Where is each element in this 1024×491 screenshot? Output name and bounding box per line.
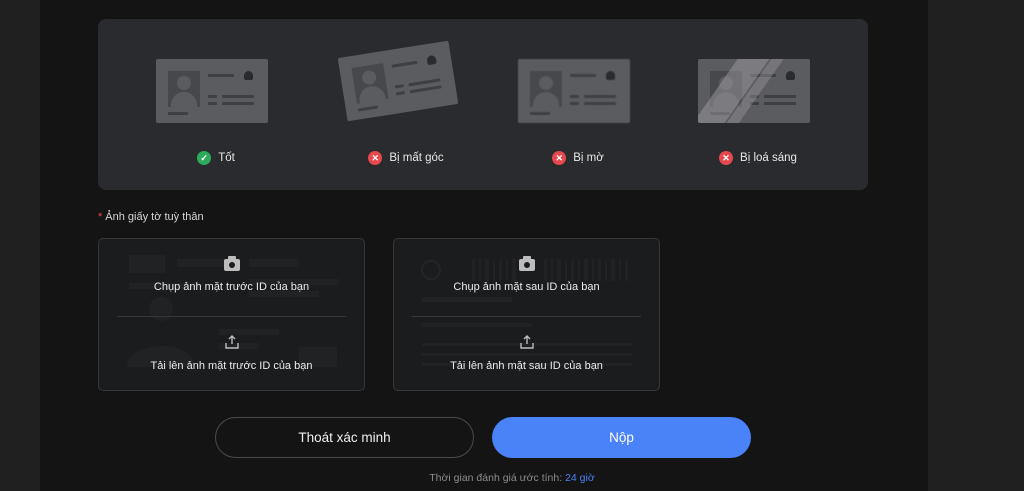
upload-back-button[interactable]: Tải lên ảnh mặt sau ID của bạn [394,334,659,372]
front-id-upload-box: Chụp ảnh mặt trước ID của bạn Tải lên ản… [98,238,365,391]
back-id-upload-box: Chụp ảnh mặt sau ID của bạn Tải lên ảnh … [393,238,660,391]
example-blurry: ✕ Bị mờ [498,19,658,190]
camera-icon [518,256,535,271]
capture-back-button[interactable]: Chụp ảnh mặt sau ID của bạn [394,256,659,293]
camera-icon [223,256,240,271]
upload-icon [519,335,534,349]
estimated-review-time-value: 24 giờ [565,472,595,484]
estimated-review-time: Thời gian đánh giá ước tính: 24 giờ [429,472,595,484]
example-missing-corner: ✕ Bị mất góc [326,19,486,190]
required-marker: * [98,211,103,223]
check-icon: ✓ [197,151,212,165]
example-good-caption: ✓ Tốt [136,151,296,165]
capture-front-button[interactable]: Chụp ảnh mặt trước ID của bạn [99,256,364,293]
right-margin [928,0,1024,491]
photo-guidelines-panel: ✓ Tốt ✕ Bị mất góc ✕ Bị mờ ✕ Bị loá sáng [98,19,868,190]
id-card-good-illustration [156,59,268,123]
id-photo-label: * Ảnh giấy tờ tuỳ thân [98,211,204,223]
example-missing-corner-caption: ✕ Bị mất góc [326,151,486,165]
x-icon: ✕ [368,151,383,165]
exit-verification-button[interactable]: Thoát xác minh [215,417,474,458]
example-good: ✓ Tốt [136,19,296,190]
divider [117,316,346,317]
id-card-tilted-illustration [337,40,459,122]
upload-icon [224,335,239,349]
submit-button[interactable]: Nộp [492,417,751,458]
id-card-glare-illustration [698,59,810,123]
id-card-blurry-illustration [518,59,630,123]
example-blurry-caption: ✕ Bị mờ [498,151,658,165]
x-icon: ✕ [719,151,734,165]
divider [412,316,641,317]
example-glare-caption: ✕ Bị loá sáng [678,151,838,165]
upload-front-button[interactable]: Tải lên ảnh mặt trước ID của bạn [99,334,364,372]
example-glare: ✕ Bị loá sáng [678,19,838,190]
left-margin [0,0,40,491]
x-icon: ✕ [552,151,567,165]
